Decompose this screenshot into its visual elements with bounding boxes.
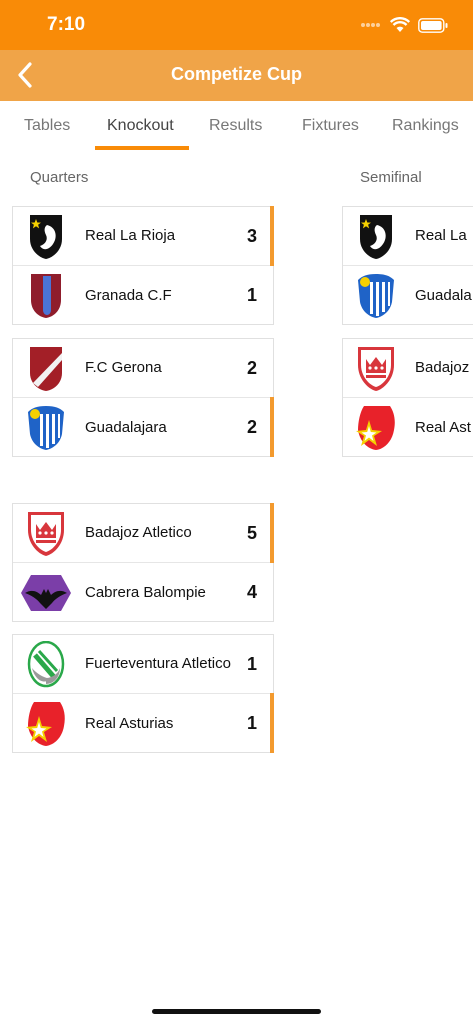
tab-tables[interactable]: Tables	[24, 117, 70, 135]
team-row[interactable]: Fuerteventura Atletico 1	[13, 635, 273, 694]
tab-bar: Tables Knockout Results Fixtures Ranking…	[0, 101, 473, 151]
team-name: Guadala	[415, 286, 472, 304]
match-card-quarter-2[interactable]: F.C Gerona 2 Guadalajara 2	[12, 338, 274, 457]
crest-icon	[21, 509, 71, 559]
team-name: Granada C.F	[85, 286, 172, 304]
team-row[interactable]: F.C Gerona 2	[13, 339, 273, 398]
crest-icon	[21, 212, 71, 262]
nav-bar: Competize Cup	[0, 50, 473, 101]
team-row[interactable]: Granada C.F 1	[13, 266, 273, 325]
team-name: Badajoz	[415, 359, 470, 376]
home-indicator[interactable]	[152, 1009, 321, 1014]
crest-icon	[21, 640, 71, 690]
crest-icon	[21, 699, 71, 749]
match-card-quarter-4[interactable]: Fuerteventura Atletico 1 Real Asturias 1	[12, 634, 274, 753]
crest-icon	[21, 344, 71, 394]
crest-icon	[21, 568, 71, 618]
winner-indicator	[270, 693, 274, 753]
crest-icon	[21, 403, 71, 453]
team-name: F.C Gerona	[85, 359, 162, 376]
team-score: 2	[246, 417, 257, 437]
status-bar: 7:10	[0, 0, 473, 50]
team-name: Real La Rioja	[85, 227, 176, 244]
team-name: Real Ast	[415, 418, 471, 436]
winner-indicator	[270, 206, 274, 266]
match-card-quarter-3[interactable]: Badajoz Atletico 5 Cabrera Balompie 4	[12, 503, 274, 622]
tab-results[interactable]: Results	[209, 117, 262, 135]
team-name: Real Asturias	[85, 714, 174, 732]
team-score: 1	[246, 653, 257, 674]
crest-icon	[351, 271, 401, 321]
team-row[interactable]: Guadalajara 2	[13, 397, 274, 457]
tab-knockout[interactable]: Knockout	[107, 117, 174, 135]
battery-icon	[418, 17, 448, 33]
team-score: 3	[246, 225, 257, 246]
team-name: Cabrera Balompie	[85, 583, 206, 601]
tab-fixtures[interactable]: Fixtures	[302, 117, 359, 135]
team-name: Fuerteventura Atletico	[85, 655, 231, 672]
winner-indicator	[270, 397, 274, 457]
round-label-quarters: Quarters	[30, 169, 89, 186]
team-row[interactable]: Real Asturias 1	[13, 693, 274, 753]
status-time: 7:10	[47, 14, 86, 35]
team-name: Badajoz Atletico	[85, 524, 192, 541]
team-score: 1	[246, 713, 257, 733]
signal-icon	[361, 23, 380, 27]
match-card-semifinal-2[interactable]: Badajoz Real Ast	[342, 338, 473, 457]
status-icons	[360, 14, 448, 36]
team-row[interactable]: Cabrera Balompie 4	[13, 563, 273, 622]
round-label-semifinal: Semifinal	[360, 169, 422, 186]
team-row[interactable]: Guadala	[343, 266, 473, 325]
team-name: Guadalajara	[85, 418, 167, 436]
team-name: Real La	[415, 227, 467, 244]
team-row[interactable]: Badajoz	[343, 339, 473, 398]
active-tab-indicator	[95, 146, 189, 150]
team-row[interactable]: Real La	[343, 207, 473, 266]
team-score: 5	[246, 522, 257, 543]
crest-icon	[351, 212, 401, 262]
team-score: 2	[246, 357, 257, 378]
tab-rankings[interactable]: Rankings	[392, 117, 459, 135]
wifi-icon	[390, 17, 410, 32]
page-title: Competize Cup	[170, 64, 302, 84]
team-row[interactable]: Badajoz Atletico 5	[13, 503, 274, 563]
winner-indicator	[270, 503, 274, 563]
match-card-quarter-1[interactable]: Real La Rioja 3 Granada C.F 1	[12, 206, 274, 325]
team-row[interactable]: Real Ast	[343, 398, 473, 457]
team-row[interactable]: Real La Rioja 3	[13, 206, 274, 266]
match-card-semifinal-1[interactable]: Real La Guadala	[342, 206, 473, 325]
crest-icon	[21, 271, 71, 321]
team-score: 4	[246, 582, 257, 602]
crest-icon	[351, 403, 401, 453]
team-score: 1	[246, 285, 257, 305]
crest-icon	[351, 344, 401, 394]
